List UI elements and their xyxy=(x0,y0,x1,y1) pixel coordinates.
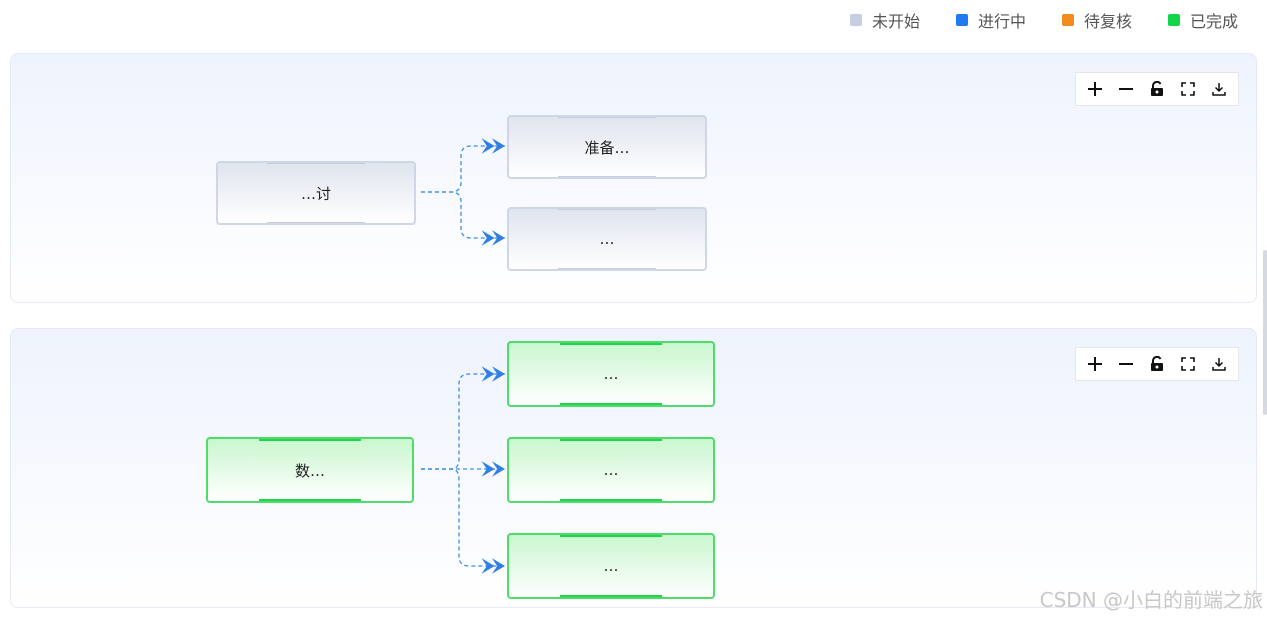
legend-label: 待复核 xyxy=(1083,12,1132,31)
download-icon xyxy=(1211,83,1226,96)
download-button[interactable] xyxy=(1207,77,1231,101)
graph-toolbar xyxy=(1075,72,1239,106)
download-button[interactable] xyxy=(1207,352,1231,376)
plus-icon xyxy=(1088,82,1103,96)
watermark: CSDN @小白的前端之旅 xyxy=(1039,588,1263,612)
lock-toggle-button[interactable] xyxy=(1145,77,1169,101)
root-node[interactable]: …讨 xyxy=(216,161,416,225)
minus-icon xyxy=(1119,363,1134,365)
zoom-in-button[interactable] xyxy=(1083,77,1107,101)
legend-item-not-started: 未开始 xyxy=(849,8,920,32)
mindmap-panel-1: …讨 准备… … xyxy=(10,53,1257,303)
minus-icon xyxy=(1119,88,1134,90)
fullscreen-icon xyxy=(1180,357,1195,371)
fullscreen-button[interactable] xyxy=(1176,352,1200,376)
unlock-icon xyxy=(1150,81,1163,96)
legend-label: 未开始 xyxy=(871,12,920,31)
child-node[interactable]: 准备… xyxy=(507,115,707,179)
node-label: 数… xyxy=(294,461,325,480)
node-label: … xyxy=(603,461,619,479)
legend-swatch xyxy=(1061,14,1074,26)
child-node[interactable]: … xyxy=(507,341,715,407)
zoom-out-button[interactable] xyxy=(1114,77,1138,101)
node-label: … xyxy=(599,230,615,248)
edge xyxy=(421,191,505,246)
child-node[interactable]: … xyxy=(507,437,715,503)
root-node[interactable]: 数… xyxy=(206,437,414,503)
zoom-in-button[interactable] xyxy=(1083,352,1107,376)
vertical-scrollbar[interactable] xyxy=(1263,250,1267,415)
legend-item-in-progress: 进行中 xyxy=(955,8,1026,32)
status-legend: 未开始 进行中 待复核 已完成 xyxy=(814,8,1238,32)
edge xyxy=(421,138,505,193)
graph-toolbar xyxy=(1075,347,1239,381)
child-node[interactable]: … xyxy=(507,533,715,599)
legend-label: 进行中 xyxy=(977,12,1026,31)
edge xyxy=(421,366,505,470)
fullscreen-icon xyxy=(1180,82,1195,96)
zoom-out-button[interactable] xyxy=(1114,352,1138,376)
lock-toggle-button[interactable] xyxy=(1145,352,1169,376)
legend-swatch xyxy=(849,14,862,26)
legend-swatch xyxy=(1167,14,1180,26)
legend-item-review: 待复核 xyxy=(1061,8,1132,32)
legend-item-completed: 已完成 xyxy=(1167,8,1238,32)
fullscreen-button[interactable] xyxy=(1176,77,1200,101)
mindmap-panel-2: 数… … … … xyxy=(10,328,1257,608)
legend-swatch xyxy=(955,14,968,26)
download-icon xyxy=(1211,358,1226,371)
legend-label: 已完成 xyxy=(1189,12,1238,31)
unlock-icon xyxy=(1150,356,1163,371)
node-label: …讨 xyxy=(300,184,331,203)
node-label: … xyxy=(603,365,619,383)
plus-icon xyxy=(1088,357,1103,371)
node-label: 准备… xyxy=(584,138,630,157)
edge xyxy=(421,468,505,574)
node-label: … xyxy=(603,557,619,575)
child-node[interactable]: … xyxy=(507,207,707,271)
